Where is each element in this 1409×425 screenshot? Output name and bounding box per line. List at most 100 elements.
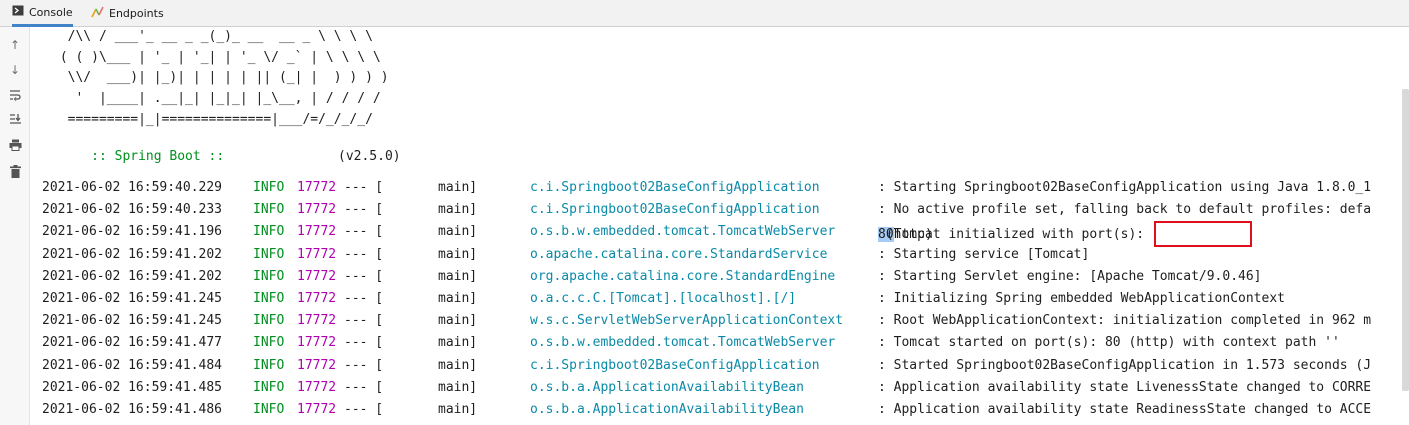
log-separator: --- [ xyxy=(344,313,384,329)
scroll-to-end-icon[interactable] xyxy=(7,111,23,127)
log-lines: 2021-06-02 16:59:40.229 INFO 17772 --- [… xyxy=(42,177,1371,421)
tool-window-tab-bar: Console Endpoints xyxy=(0,0,1409,27)
log-line: 2021-06-02 16:59:41.196 INFO 17772 --- [… xyxy=(42,221,1144,243)
log-level: INFO xyxy=(253,180,285,195)
log-thread: main] xyxy=(438,401,478,417)
log-thread: main] xyxy=(438,246,478,262)
log-logger: o.s.b.w.embedded.tomcat.TomcatWebServer xyxy=(530,224,836,240)
log-thread: main] xyxy=(438,335,478,351)
log-logger: o.s.b.a.ApplicationAvailabilityBean xyxy=(530,401,804,417)
log-logger: c.i.Springboot02BaseConfigApplication xyxy=(530,357,820,373)
banner-line: ( ( )\___ | '_ | '_| | '_ \/ _` | \ \ \ … xyxy=(52,49,381,65)
log-level: INFO xyxy=(253,335,285,351)
log-logger: o.s.b.a.ApplicationAvailabilityBean xyxy=(530,379,804,395)
log-message: : Starting Servlet engine: [Apache Tomca… xyxy=(878,268,1262,284)
spring-boot-label: :: Spring Boot :: xyxy=(83,149,225,164)
log-line: 2021-06-02 16:59:41.477 INFO 17772 --- [… xyxy=(42,332,1340,354)
log-separator: --- [ xyxy=(344,202,384,218)
log-pid: 17772 xyxy=(297,268,337,284)
console-output[interactable]: /\\ / ___'_ __ _ _(_)_ __ __ _ \ \ \ \ (… xyxy=(30,27,1402,425)
log-pid: 17772 xyxy=(297,290,337,306)
log-message: : Root WebApplicationContext: initializa… xyxy=(878,313,1372,329)
log-timestamp: 2021-06-02 16:59:41.202 xyxy=(42,246,223,262)
console-icon xyxy=(12,5,24,19)
log-line: 2021-06-02 16:59:41.245 INFO 17772 --- [… xyxy=(42,310,1371,332)
trash-icon[interactable] xyxy=(7,163,23,179)
log-line: 2021-06-02 16:59:40.233 INFO 17772 --- [… xyxy=(42,199,1371,221)
banner-line: /\\ / ___'_ __ _ _(_)_ __ __ _ \ \ \ \ xyxy=(52,29,373,44)
log-timestamp: 2021-06-02 16:59:41.484 xyxy=(42,357,223,373)
log-line: 2021-06-02 16:59:41.245 INFO 17772 --- [… xyxy=(42,288,1285,310)
banner-line: ' |____| .__|_| |_|_| |_\__, | / / / / xyxy=(52,91,381,107)
log-level: INFO xyxy=(253,313,285,329)
log-pid: 17772 xyxy=(297,335,337,351)
log-separator: --- [ xyxy=(344,290,384,306)
banner-line: \\/ ___)| |_)| | | | | || (_| | ) ) ) ) xyxy=(52,70,389,86)
log-line: 2021-06-02 16:59:40.229 INFO 17772 --- [… xyxy=(42,177,1371,199)
console-toolbar: ↑ ↓ xyxy=(0,27,30,425)
log-message: : Started Springboot02BaseConfigApplicat… xyxy=(878,357,1372,373)
log-logger: c.i.Springboot02BaseConfigApplication xyxy=(530,202,820,218)
tab-endpoints-label: Endpoints xyxy=(109,6,164,20)
scroll-up-icon[interactable]: ↑ xyxy=(7,37,23,53)
scroll-down-icon[interactable]: ↓ xyxy=(7,62,23,78)
vertical-scrollbar[interactable] xyxy=(1402,89,1409,391)
log-line: 2021-06-02 16:59:41.202 INFO 17772 --- [… xyxy=(42,266,1262,288)
spring-ascii-banner: /\\ / ___'_ __ _ _(_)_ __ __ _ \ \ \ \ (… xyxy=(52,27,389,131)
log-level: INFO xyxy=(253,224,285,240)
log-separator: --- [ xyxy=(344,335,384,351)
log-thread: main] xyxy=(438,268,478,284)
log-timestamp: 2021-06-02 16:59:40.233 xyxy=(42,202,223,218)
log-pid: 17772 xyxy=(297,202,337,218)
log-timestamp: 2021-06-02 16:59:40.229 xyxy=(42,180,223,195)
log-thread: main] xyxy=(438,180,478,195)
log-pid: 17772 xyxy=(297,357,337,373)
log-timestamp: 2021-06-02 16:59:41.245 xyxy=(42,313,223,329)
log-pid: 17772 xyxy=(297,180,337,195)
log-pid: 17772 xyxy=(297,313,337,329)
log-message-suffix: (http) xyxy=(878,227,933,243)
log-thread: main] xyxy=(438,313,478,329)
soft-wrap-icon[interactable] xyxy=(7,87,23,103)
log-separator: --- [ xyxy=(344,268,384,284)
log-separator: --- [ xyxy=(344,379,384,395)
log-level: INFO xyxy=(253,246,285,262)
log-logger: o.s.b.w.embedded.tomcat.TomcatWebServer xyxy=(530,335,836,351)
tab-endpoints[interactable]: Endpoints xyxy=(91,0,164,26)
port-highlight-box xyxy=(1154,221,1252,247)
log-timestamp: 2021-06-02 16:59:41.485 xyxy=(42,379,223,395)
log-line: 2021-06-02 16:59:41.486 INFO 17772 --- [… xyxy=(42,399,1371,421)
log-logger: c.i.Springboot02BaseConfigApplication xyxy=(530,180,820,195)
log-logger: o.apache.catalina.core.StandardService xyxy=(530,246,828,262)
log-message: : Tomcat started on port(s): 80 (http) w… xyxy=(878,335,1340,351)
log-pid: 17772 xyxy=(297,224,337,240)
log-logger: w.s.c.ServletWebServerApplicationContext xyxy=(530,313,844,329)
log-logger: o.a.c.c.C.[Tomcat].[localhost].[/] xyxy=(530,290,797,306)
log-separator: --- [ xyxy=(344,357,384,373)
log-message: : Initializing Spring embedded WebApplic… xyxy=(878,290,1285,306)
spring-boot-version-line: :: Spring Boot :: (v2.5.0) xyxy=(52,134,401,179)
print-icon[interactable] xyxy=(7,137,23,153)
log-separator: --- [ xyxy=(344,224,384,240)
log-timestamp: 2021-06-02 16:59:41.477 xyxy=(42,335,223,351)
log-separator: --- [ xyxy=(344,180,384,195)
log-level: INFO xyxy=(253,379,285,395)
log-pid: 17772 xyxy=(297,401,337,417)
log-level: INFO xyxy=(253,268,285,284)
log-line: 2021-06-02 16:59:41.202 INFO 17772 --- [… xyxy=(42,244,1089,266)
banner-line: =========|_|==============|___/=/_/_/_/ xyxy=(52,111,373,127)
log-timestamp: 2021-06-02 16:59:41.245 xyxy=(42,290,223,306)
tab-console-label: Console xyxy=(29,5,73,19)
log-logger: org.apache.catalina.core.StandardEngine xyxy=(530,268,836,284)
log-level: INFO xyxy=(253,357,285,373)
tab-console[interactable]: Console xyxy=(12,0,73,27)
log-message: : Application availability state Livenes… xyxy=(878,379,1372,395)
spring-boot-version: (v2.5.0) xyxy=(338,149,401,164)
log-separator: --- [ xyxy=(344,246,384,262)
log-thread: main] xyxy=(438,202,478,218)
log-thread: main] xyxy=(438,224,478,240)
log-pid: 17772 xyxy=(297,246,337,262)
log-timestamp: 2021-06-02 16:59:41.486 xyxy=(42,401,223,417)
log-message: : No active profile set, falling back to… xyxy=(878,202,1372,218)
log-message: : Starting service [Tomcat] xyxy=(878,246,1090,262)
